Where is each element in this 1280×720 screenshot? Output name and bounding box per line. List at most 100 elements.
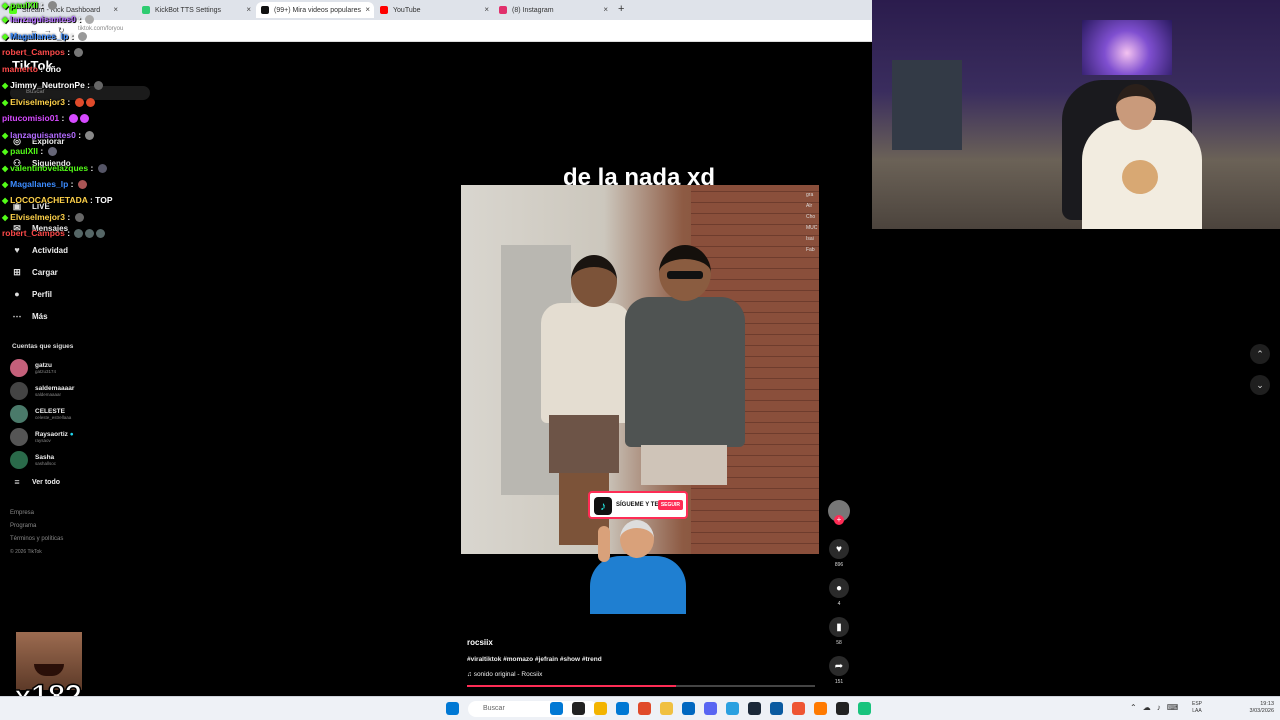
taskbar-app-icon[interactable] (726, 702, 739, 715)
nav-actividad[interactable]: ♥ Actividad (10, 242, 68, 258)
close-tab-icon[interactable]: × (603, 5, 608, 14)
taskbar-app-icon[interactable] (792, 702, 805, 715)
windows-start-icon[interactable] (446, 702, 459, 715)
taskbar-app-icon[interactable] (704, 702, 717, 715)
account-handle: celeste_estrellaaa (35, 415, 72, 420)
footer-programa[interactable]: Programa (10, 523, 36, 529)
video-progress-bar[interactable] (467, 685, 815, 687)
taskbar-app-icon[interactable] (748, 702, 761, 715)
chat-text: : (68, 179, 76, 189)
follow-plus-icon[interactable]: + (834, 515, 844, 525)
next-video-button[interactable]: ⌄ (1250, 375, 1270, 395)
close-tab-icon[interactable]: × (365, 5, 370, 14)
taskbar-app-icon[interactable] (594, 702, 607, 715)
taskbar-clock[interactable]: 19:13 3/03/2026 (1240, 701, 1274, 715)
chat-username[interactable]: Jimmy_NeutronPe (10, 80, 85, 90)
close-tab-icon[interactable]: × (113, 5, 118, 14)
account-gatzu[interactable]: gatzu gatzu3174 (10, 358, 56, 378)
taskbar-app-icon[interactable] (836, 702, 849, 715)
head (571, 255, 617, 307)
nav-cargar[interactable]: ⊞ Cargar (10, 264, 58, 280)
upload-icon: ⊞ (13, 266, 21, 277)
lang-layout: LAA (1192, 708, 1202, 714)
share-count: 151 (834, 679, 844, 685)
taskbar-app-icon[interactable] (770, 702, 783, 715)
nav-perfil[interactable]: ● Perfil (10, 286, 52, 302)
account-raysaortiz[interactable]: Raysaortiz ● raysaov (10, 427, 74, 447)
close-tab-icon[interactable]: × (246, 5, 251, 14)
like-action[interactable]: ♥ 896 (827, 539, 851, 568)
avatar (10, 451, 28, 469)
following-accounts-title: Cuentas que sigues (12, 343, 74, 350)
chat-username[interactable]: lanzaguisantes0 (10, 14, 76, 24)
edge-line: Cho (806, 214, 816, 220)
tab-youtube[interactable]: YouTube × (375, 2, 493, 18)
address-bar[interactable]: ←→↻ tiktok.com/foryou (0, 20, 872, 42)
taskbar-app-icon[interactable] (616, 702, 629, 715)
bookmark-icon[interactable]: ▮ (829, 617, 849, 637)
see-all-link[interactable]: ≡ Ver todo (10, 474, 60, 490)
heart-icon[interactable]: ♥ (829, 539, 849, 559)
chat-username[interactable]: robert_Campos (2, 228, 65, 238)
chat-message: ◆ Jimmy_NeutronPe : (2, 80, 104, 91)
taskbar-app-icon[interactable] (660, 702, 673, 715)
chat-username[interactable]: valentinovelazques (10, 163, 88, 173)
chat-username[interactable]: Elviselmejor3 (10, 212, 65, 222)
shirt (625, 297, 745, 447)
share-action[interactable]: ➦ 151 (827, 656, 851, 685)
chat-username[interactable]: Magallanes_lp (10, 31, 68, 41)
chat-username[interactable]: mamerto (2, 64, 38, 74)
edge-line: gra (806, 192, 814, 198)
taskbar-app-icon[interactable] (682, 702, 695, 715)
footer-empresa[interactable]: Empresa (10, 510, 34, 516)
footer-terminos[interactable]: Términos y políticas (10, 536, 63, 542)
account-saldemaaaar[interactable]: saldemaaaar saldemaaaar (10, 381, 74, 401)
new-tab-button[interactable]: + (618, 3, 624, 15)
chat-username[interactable]: LOCOCACHETADA (10, 195, 87, 205)
nav-label: Cargar (32, 267, 58, 277)
language-indicator[interactable]: ESP LAA (1192, 701, 1202, 715)
chat-username[interactable]: robert_Campos (2, 47, 65, 57)
account-name: saldemaaaar (35, 385, 75, 392)
video-hashtags[interactable]: #viraltiktok #momazo #jefrain #show #tre… (467, 656, 602, 663)
chat-text: : (64, 228, 73, 238)
nav-mas[interactable]: ⋯ Más (10, 308, 48, 324)
chat-message: ◆ lanzaguisantes0 : (2, 130, 95, 141)
tab-instagram[interactable]: (8) Instagram × (494, 2, 612, 18)
creator-avatar[interactable]: + (828, 500, 850, 525)
share-icon[interactable]: ➦ (829, 656, 849, 676)
chat-message: pitucomisio01 : (2, 113, 89, 124)
chat-text: : (64, 47, 73, 57)
taskbar-app-icon[interactable] (814, 702, 827, 715)
subscriber-badge-icon: ◆ (2, 147, 9, 156)
video-author[interactable]: rocsiix (467, 638, 493, 647)
chat-username[interactable]: pitucomisio01 (2, 113, 59, 123)
taskbar-app-icon[interactable] (638, 702, 651, 715)
taskbar-app-icon[interactable] (858, 702, 871, 715)
list-icon: ≡ (14, 477, 20, 487)
chat-emote-icon (68, 114, 78, 124)
subscriber-badge-icon: ◆ (2, 1, 9, 10)
taskbar-app-icon[interactable] (550, 702, 563, 715)
account-handle: sashallsoc (35, 461, 57, 466)
video-sound[interactable]: ♫ sonido original - Rocsiix (467, 671, 542, 678)
chat-username[interactable]: paulXII (10, 0, 38, 10)
taskbar-app-icon[interactable] (572, 702, 585, 715)
tab-tiktok[interactable]: (99+) Mira videos populares × (256, 2, 374, 18)
save-action[interactable]: ▮ 58 (827, 617, 851, 646)
account-sasha[interactable]: Sasha sashallsoc (10, 450, 56, 470)
chat-username[interactable]: paulXII (10, 146, 38, 156)
account-celeste[interactable]: CELESTE celeste_estrellaaa (10, 404, 71, 424)
chat-emote-icon (97, 164, 107, 174)
chat-emote-icon (94, 81, 104, 91)
tab-label: KickBot TTS Settings (155, 6, 222, 14)
chat-username[interactable]: Magallanes_lp (10, 179, 68, 189)
close-tab-icon[interactable]: × (484, 5, 489, 14)
chat-username[interactable]: lanzaguisantes0 (10, 130, 76, 140)
previous-video-button[interactable]: ⌃ (1250, 344, 1270, 364)
comment-icon[interactable]: ● (829, 578, 849, 598)
comment-action[interactable]: ● 4 (827, 578, 851, 607)
chat-username[interactable]: Elviselmejor3 (10, 97, 65, 107)
tab-kickbot-tts[interactable]: KickBot TTS Settings × (137, 2, 255, 18)
system-tray-icons[interactable]: ⌃☁♪⌨ (1130, 703, 1184, 712)
